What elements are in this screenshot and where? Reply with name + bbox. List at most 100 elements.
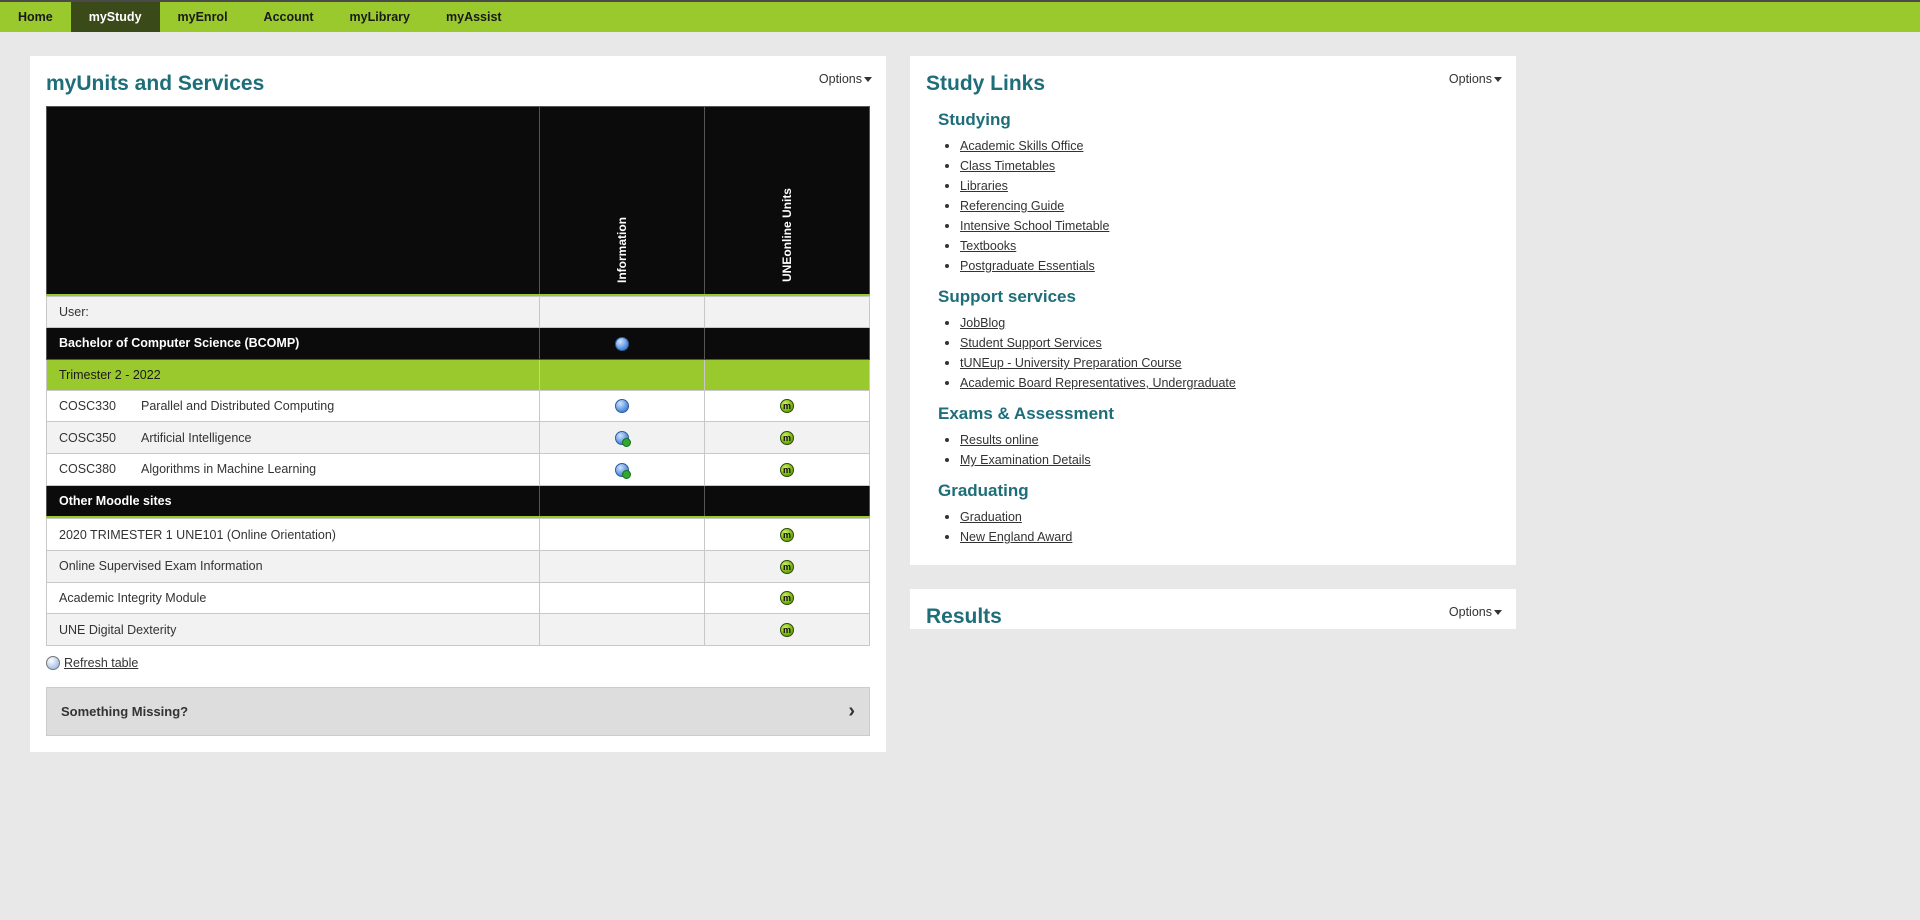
study-links-title: Study Links bbox=[926, 72, 1500, 96]
unit-name: Artificial Intelligence bbox=[141, 431, 251, 445]
list-item: Libraries bbox=[960, 178, 1500, 193]
list-item: My Examination Details bbox=[960, 452, 1500, 467]
other-header-row: Other Moodle sites bbox=[47, 485, 870, 517]
study-link[interactable]: My Examination Details bbox=[960, 453, 1091, 467]
user-label: User: bbox=[47, 297, 540, 328]
moodle-icon[interactable] bbox=[780, 431, 794, 445]
moodle-icon[interactable] bbox=[780, 399, 794, 413]
study-link[interactable]: Results online bbox=[960, 433, 1039, 447]
study-link[interactable]: Intensive School Timetable bbox=[960, 219, 1109, 233]
unit-cell: COSC380Algorithms in Machine Learning bbox=[47, 454, 540, 486]
study-link[interactable]: Class Timetables bbox=[960, 159, 1055, 173]
unit-name: Parallel and Distributed Computing bbox=[141, 399, 334, 413]
other-site-cell: UNE Digital Dexterity bbox=[47, 614, 540, 646]
nav-myassist[interactable]: myAssist bbox=[428, 2, 520, 32]
unit-row: COSC380Algorithms in Machine Learning bbox=[47, 454, 870, 486]
other-site-cell: 2020 TRIMESTER 1 UNE101 (Online Orientat… bbox=[47, 519, 540, 551]
other-site-cell: Academic Integrity Module bbox=[47, 582, 540, 614]
study-link[interactable]: Referencing Guide bbox=[960, 199, 1064, 213]
list-item: Academic Skills Office bbox=[960, 138, 1500, 153]
header-blank bbox=[47, 107, 540, 295]
info-icon[interactable] bbox=[615, 337, 629, 351]
list-item: New England Award bbox=[960, 529, 1500, 544]
program-cell: Bachelor of Computer Science (BCOMP) bbox=[47, 328, 540, 360]
list-item: Textbooks bbox=[960, 238, 1500, 253]
header-information: Information bbox=[540, 107, 705, 295]
options-label: Options bbox=[819, 72, 862, 86]
results-options-dropdown[interactable]: Options bbox=[1449, 605, 1502, 619]
section-heading: Exams & Assessment bbox=[938, 404, 1500, 424]
units-table: Information UNEonline Units User:Bachelo… bbox=[46, 106, 870, 646]
units-panel: Options myUnits and Services Information… bbox=[30, 56, 886, 752]
study-link[interactable]: Academic Skills Office bbox=[960, 139, 1083, 153]
options-label: Options bbox=[1449, 72, 1492, 86]
chevron-down-icon bbox=[1494, 610, 1502, 615]
section-heading: Graduating bbox=[938, 481, 1500, 501]
unit-code: COSC380 bbox=[59, 462, 141, 476]
refresh-table-link[interactable]: Refresh table bbox=[46, 656, 138, 670]
study-link[interactable]: Libraries bbox=[960, 179, 1008, 193]
section-heading: Support services bbox=[938, 287, 1500, 307]
list-item: Postgraduate Essentials bbox=[960, 258, 1500, 273]
nav-mystudy[interactable]: myStudy bbox=[71, 2, 160, 32]
refresh-label: Refresh table bbox=[64, 656, 138, 670]
link-list: JobBlog Student Support Services tUNEup - … bbox=[960, 315, 1500, 390]
moodle-icon[interactable] bbox=[780, 560, 794, 574]
nav-myenrol[interactable]: myEnrol bbox=[160, 2, 246, 32]
study-link[interactable]: Student Support Services bbox=[960, 336, 1102, 350]
nav-account[interactable]: Account bbox=[246, 2, 332, 32]
main-container: Options myUnits and Services Information… bbox=[0, 32, 1920, 776]
info-icon[interactable] bbox=[615, 399, 629, 413]
list-item: Referencing Guide bbox=[960, 198, 1500, 213]
link-list: Results online My Examination Details bbox=[960, 432, 1500, 467]
link-list: Academic Skills Office Class Timetables Li… bbox=[960, 138, 1500, 273]
other-header: Other Moodle sites bbox=[47, 485, 540, 517]
unit-row: COSC350Artificial Intelligence bbox=[47, 422, 870, 454]
study-link[interactable]: JobBlog bbox=[960, 316, 1005, 330]
top-nav: HomemyStudymyEnrolAccountmyLibrarymyAssi… bbox=[0, 0, 1920, 32]
results-panel: Options Results bbox=[910, 589, 1516, 629]
study-link[interactable]: tUNEup - University Preparation Course bbox=[960, 356, 1182, 370]
units-header-row: Information UNEonline Units bbox=[47, 107, 870, 295]
header-uneonline: UNEonline Units bbox=[705, 107, 870, 295]
list-item: Class Timetables bbox=[960, 158, 1500, 173]
unit-row: COSC330Parallel and Distributed Computin… bbox=[47, 390, 870, 422]
list-item: Intensive School Timetable bbox=[960, 218, 1500, 233]
study-link[interactable]: Postgraduate Essentials bbox=[960, 259, 1095, 273]
chevron-down-icon bbox=[864, 77, 872, 82]
list-item: Results online bbox=[960, 432, 1500, 447]
link-list: Graduation New England Award bbox=[960, 509, 1500, 544]
user-row: User: bbox=[47, 297, 870, 328]
other-site-row: Academic Integrity Module bbox=[47, 582, 870, 614]
unit-name: Algorithms in Machine Learning bbox=[141, 462, 316, 476]
globe-icon bbox=[46, 656, 60, 670]
studylinks-options-dropdown[interactable]: Options bbox=[1449, 72, 1502, 86]
info-icon[interactable] bbox=[615, 463, 629, 477]
right-column: Options Study Links StudyingAcademic Ski… bbox=[910, 56, 1516, 776]
list-item: tUNEup - University Preparation Course bbox=[960, 355, 1500, 370]
units-options-dropdown[interactable]: Options bbox=[819, 72, 872, 86]
nav-home[interactable]: Home bbox=[0, 2, 71, 32]
unit-cell: COSC350Artificial Intelligence bbox=[47, 422, 540, 454]
program-row: Bachelor of Computer Science (BCOMP) bbox=[47, 328, 870, 360]
moodle-icon[interactable] bbox=[780, 591, 794, 605]
unit-code: COSC350 bbox=[59, 431, 141, 445]
study-link[interactable]: Graduation bbox=[960, 510, 1022, 524]
other-site-row: UNE Digital Dexterity bbox=[47, 614, 870, 646]
moodle-icon[interactable] bbox=[780, 528, 794, 542]
unit-cell: COSC330Parallel and Distributed Computin… bbox=[47, 390, 540, 422]
nav-mylibrary[interactable]: myLibrary bbox=[332, 2, 428, 32]
chevron-down-icon bbox=[1494, 77, 1502, 82]
study-link[interactable]: Textbooks bbox=[960, 239, 1016, 253]
study-link[interactable]: Academic Board Representatives, Undergra… bbox=[960, 376, 1236, 390]
something-missing-toggle[interactable]: Something Missing? › bbox=[46, 687, 870, 736]
options-label: Options bbox=[1449, 605, 1492, 619]
study-link[interactable]: New England Award bbox=[960, 530, 1072, 544]
other-site-cell: Online Supervised Exam Information bbox=[47, 551, 540, 583]
study-links-panel: Options Study Links StudyingAcademic Ski… bbox=[910, 56, 1516, 565]
results-panel-title: Results bbox=[926, 605, 1500, 629]
moodle-icon[interactable] bbox=[780, 623, 794, 637]
moodle-icon[interactable] bbox=[780, 463, 794, 477]
chevron-right-icon: › bbox=[848, 700, 855, 723]
info-icon[interactable] bbox=[615, 431, 629, 445]
